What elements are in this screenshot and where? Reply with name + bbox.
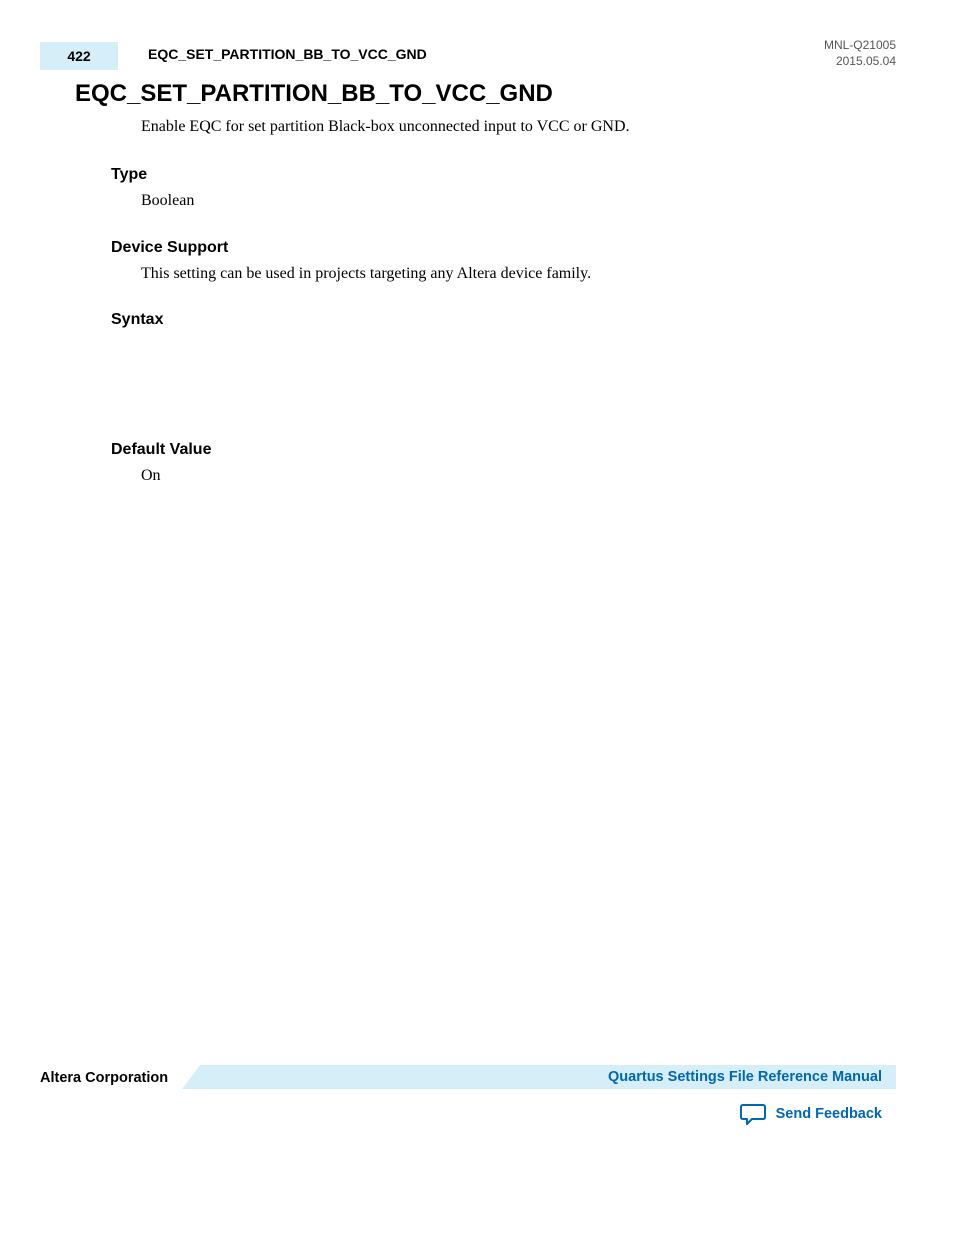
page-header: 422 EQC_SET_PARTITION_BB_TO_VCC_GND MNL-… <box>40 42 896 72</box>
main-heading: EQC_SET_PARTITION_BB_TO_VCC_GND <box>75 80 896 108</box>
page-number: 422 <box>67 48 90 64</box>
footer-blue-bar: Quartus Settings File Reference Manual <box>182 1065 896 1089</box>
content-area: EQC_SET_PARTITION_BB_TO_VCC_GND Enable E… <box>75 80 896 514</box>
section-default-value: Default Value On <box>111 441 896 487</box>
device-support-label: Device Support <box>111 239 896 257</box>
section-type: Type Boolean <box>111 166 896 212</box>
manual-link[interactable]: Quartus Settings File Reference Manual <box>608 1069 882 1085</box>
syntax-value <box>141 335 896 415</box>
doc-id: MNL-Q21005 <box>824 38 896 54</box>
type-value: Boolean <box>141 190 896 212</box>
syntax-label: Syntax <box>111 311 896 329</box>
default-value-value: On <box>141 465 896 487</box>
footer-bar: Altera Corporation Quartus Settings File… <box>40 1065 896 1091</box>
device-support-value: This setting can be used in projects tar… <box>141 263 896 285</box>
footer-company: Altera Corporation <box>40 1070 168 1086</box>
header-title: EQC_SET_PARTITION_BB_TO_VCC_GND <box>148 46 427 62</box>
header-meta: MNL-Q21005 2015.05.04 <box>824 38 896 69</box>
feedback-text: Send Feedback <box>776 1106 882 1122</box>
section-device-support: Device Support This setting can be used … <box>111 239 896 285</box>
page-number-box: 422 <box>40 42 118 70</box>
feedback-link[interactable]: Send Feedback <box>740 1103 882 1125</box>
type-label: Type <box>111 166 896 184</box>
page-footer: Altera Corporation Quartus Settings File… <box>40 1065 896 1175</box>
doc-date: 2015.05.04 <box>824 54 896 70</box>
default-value-label: Default Value <box>111 441 896 459</box>
description-text: Enable EQC for set partition Black-box u… <box>141 116 896 138</box>
feedback-icon <box>740 1103 766 1125</box>
section-syntax: Syntax <box>111 311 896 415</box>
